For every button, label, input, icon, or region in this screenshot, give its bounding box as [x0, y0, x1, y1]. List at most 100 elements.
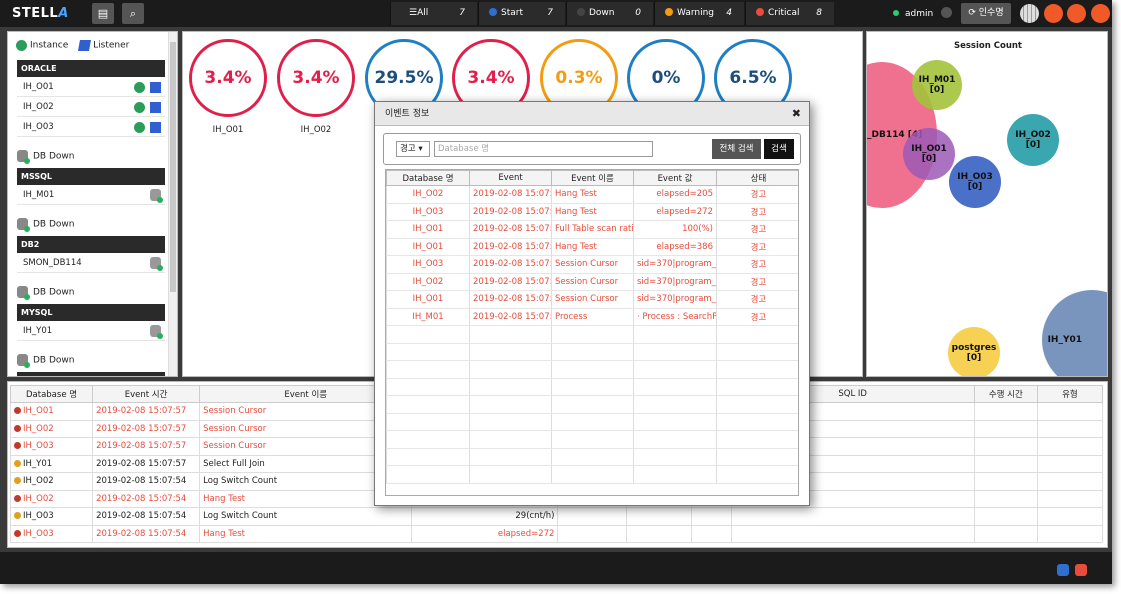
- table-row[interactable]: IH_O022019-02-08 15:07:57Hang Testelapse…: [386, 185, 798, 204]
- db-down-label[interactable]: DB Down: [17, 218, 74, 232]
- column-header[interactable]: Event 이름: [551, 170, 634, 186]
- listener-icon: [78, 40, 92, 51]
- table-row[interactable]: IH_O03 2019-02-08 15:07:54 Log Switch Coun…: [9, 507, 1104, 526]
- session-bubble[interactable]: IH_O02 [0]: [1007, 114, 1059, 166]
- empty-row: [386, 325, 798, 344]
- table-row[interactable]: IH_O012019-02-08 15:07:57Full Table scan…: [386, 220, 798, 239]
- session-bubble[interactable]: postgres [0]: [948, 327, 1000, 376]
- logout-icon[interactable]: [941, 7, 953, 18]
- tab-instance[interactable]: Instance: [30, 41, 68, 51]
- tree-item[interactable]: IH_O02: [17, 98, 165, 117]
- table-row[interactable]: IH_O03 2019-02-08 15:07:54 Hang Test elapse…: [9, 524, 1104, 543]
- session-bubble[interactable]: IH_Y01: [1042, 290, 1107, 376]
- export-icon[interactable]: [1091, 4, 1110, 23]
- status-all[interactable]: ☰All 7: [390, 2, 477, 25]
- cell: [973, 419, 1038, 438]
- start-dot-icon: [489, 8, 497, 16]
- cell-event-time: 2019-02-08 15:07:57: [469, 238, 552, 256]
- table-row[interactable]: IH_O032019-02-08 15:07:57Hang Testelapse…: [386, 203, 798, 221]
- gauge[interactable]: 3.4%: [189, 39, 267, 117]
- level-select[interactable]: 경고 ▾: [396, 141, 430, 157]
- database-search-input[interactable]: Database 명: [434, 141, 653, 157]
- cell-time: 2019-02-08 15:07:54: [92, 489, 201, 508]
- tree-scrollbar[interactable]: [168, 32, 177, 376]
- table-row[interactable]: IH_M012019-02-08 15:07:57Process· Proces…: [386, 308, 798, 326]
- copy-icon[interactable]: [1057, 564, 1069, 576]
- event-info-dialog: 이벤트 정보 ✖ 경고 ▾ Database 명 전체 검색 검색 Databa…: [374, 101, 810, 506]
- column-header[interactable]: Database 명: [386, 170, 470, 186]
- database-icon: [150, 257, 163, 271]
- column-header[interactable]: Event: [469, 170, 552, 186]
- tree-item[interactable]: IH_M01: [17, 186, 165, 205]
- column-header[interactable]: 상태: [716, 170, 798, 186]
- db-down-label[interactable]: DB Down: [17, 286, 74, 300]
- column-header[interactable]: Event 시간: [92, 385, 201, 403]
- status-start[interactable]: Start 7: [478, 2, 565, 25]
- instance-icon: [134, 82, 145, 93]
- cell: [973, 454, 1038, 473]
- cell: [690, 524, 732, 543]
- empty-row: [386, 430, 798, 449]
- search-all-button[interactable]: 전체 검색: [712, 139, 761, 159]
- column-header[interactable]: 수행 시간: [973, 385, 1038, 403]
- db-down-label[interactable]: DB Down: [17, 150, 74, 164]
- group-db2[interactable]: DB2: [17, 236, 165, 253]
- cell-state: 경고: [716, 290, 798, 309]
- cell-event-value: · Process : SearchP...: [633, 308, 717, 326]
- group-mysql[interactable]: MYSQL: [17, 304, 165, 321]
- status-ball-icon: [14, 512, 21, 520]
- scrollbar-thumb[interactable]: [170, 42, 176, 292]
- close-all-icon[interactable]: [1075, 564, 1087, 576]
- empty-row: [386, 395, 798, 414]
- cell-db: IH_O02: [386, 185, 470, 204]
- cell: [973, 402, 1038, 421]
- cell-event-value: sid=370|program_...: [633, 273, 717, 291]
- tree-item[interactable]: IH_O03: [17, 118, 165, 137]
- cell: [1036, 402, 1104, 421]
- table-row[interactable]: IH_O012019-02-08 15:07:57Hang Testelapse…: [386, 238, 798, 256]
- cell: [557, 507, 627, 526]
- cell-state: 경고: [716, 273, 798, 291]
- column-header[interactable]: Database 명: [9, 385, 94, 403]
- table-row[interactable]: IH_O022019-02-08 15:07:57Session Cursors…: [386, 273, 798, 291]
- tree-item[interactable]: IH_Y01: [17, 322, 165, 341]
- cell-db: IH_O01: [386, 238, 470, 256]
- online-icon: [893, 10, 899, 16]
- db-down-label[interactable]: DB Down: [17, 354, 74, 368]
- session-title: Session Count: [953, 41, 1022, 51]
- column-header[interactable]: 유형: [1036, 385, 1104, 403]
- group-next[interactable]: [17, 372, 165, 376]
- cell: [625, 507, 692, 526]
- list-view-icon[interactable]: ▤: [92, 3, 114, 24]
- session-bubble[interactable]: IH_O03 [0]: [949, 156, 1001, 208]
- tab-listener[interactable]: Listener: [93, 41, 129, 51]
- cell-event-name: Session Cursor: [551, 290, 634, 309]
- status-critical[interactable]: Critical 8: [745, 2, 834, 25]
- shift-button[interactable]: ⟳ 인수명: [961, 3, 1011, 24]
- session-bubble[interactable]: IH_O01 [0]: [903, 128, 955, 180]
- tree-item[interactable]: IH_O01: [17, 78, 165, 97]
- gauge[interactable]: 3.4%: [277, 39, 355, 117]
- close-icon[interactable]: ✖: [792, 102, 801, 126]
- group-oracle[interactable]: ORACLE: [17, 60, 165, 77]
- cell-db: IH_Y01: [9, 454, 94, 473]
- cell-value: 29(cnt/h): [411, 507, 559, 526]
- group-mssql[interactable]: MSSQL: [17, 168, 165, 185]
- user-alert-icon[interactable]: [1067, 4, 1086, 23]
- status-down[interactable]: Down 0: [566, 2, 653, 25]
- session-bubble[interactable]: IH_M01 [0]: [912, 60, 962, 110]
- table-row[interactable]: IH_O012019-02-08 15:07:57Session Cursors…: [386, 290, 798, 309]
- bell-icon[interactable]: [1044, 4, 1063, 23]
- search-button[interactable]: 검색: [764, 139, 794, 159]
- cell-event-name: Hang Test: [551, 238, 634, 256]
- cell-event-name: Full Table scan ratio: [551, 220, 634, 239]
- cell-time: 2019-02-08 15:07:57: [92, 454, 201, 473]
- status-warning[interactable]: Warning 4: [654, 2, 744, 25]
- gauge-label: IH_O02: [300, 125, 332, 135]
- cell-time: 2019-02-08 15:07:54: [92, 507, 201, 526]
- column-header[interactable]: Event 값: [633, 170, 717, 186]
- grid-icon[interactable]: [1020, 4, 1039, 23]
- search-view-icon[interactable]: ⌕: [122, 3, 144, 24]
- tree-item[interactable]: SMON_DB114: [17, 254, 165, 273]
- table-row[interactable]: IH_O032019-02-08 15:07:57Session Cursors…: [386, 255, 798, 274]
